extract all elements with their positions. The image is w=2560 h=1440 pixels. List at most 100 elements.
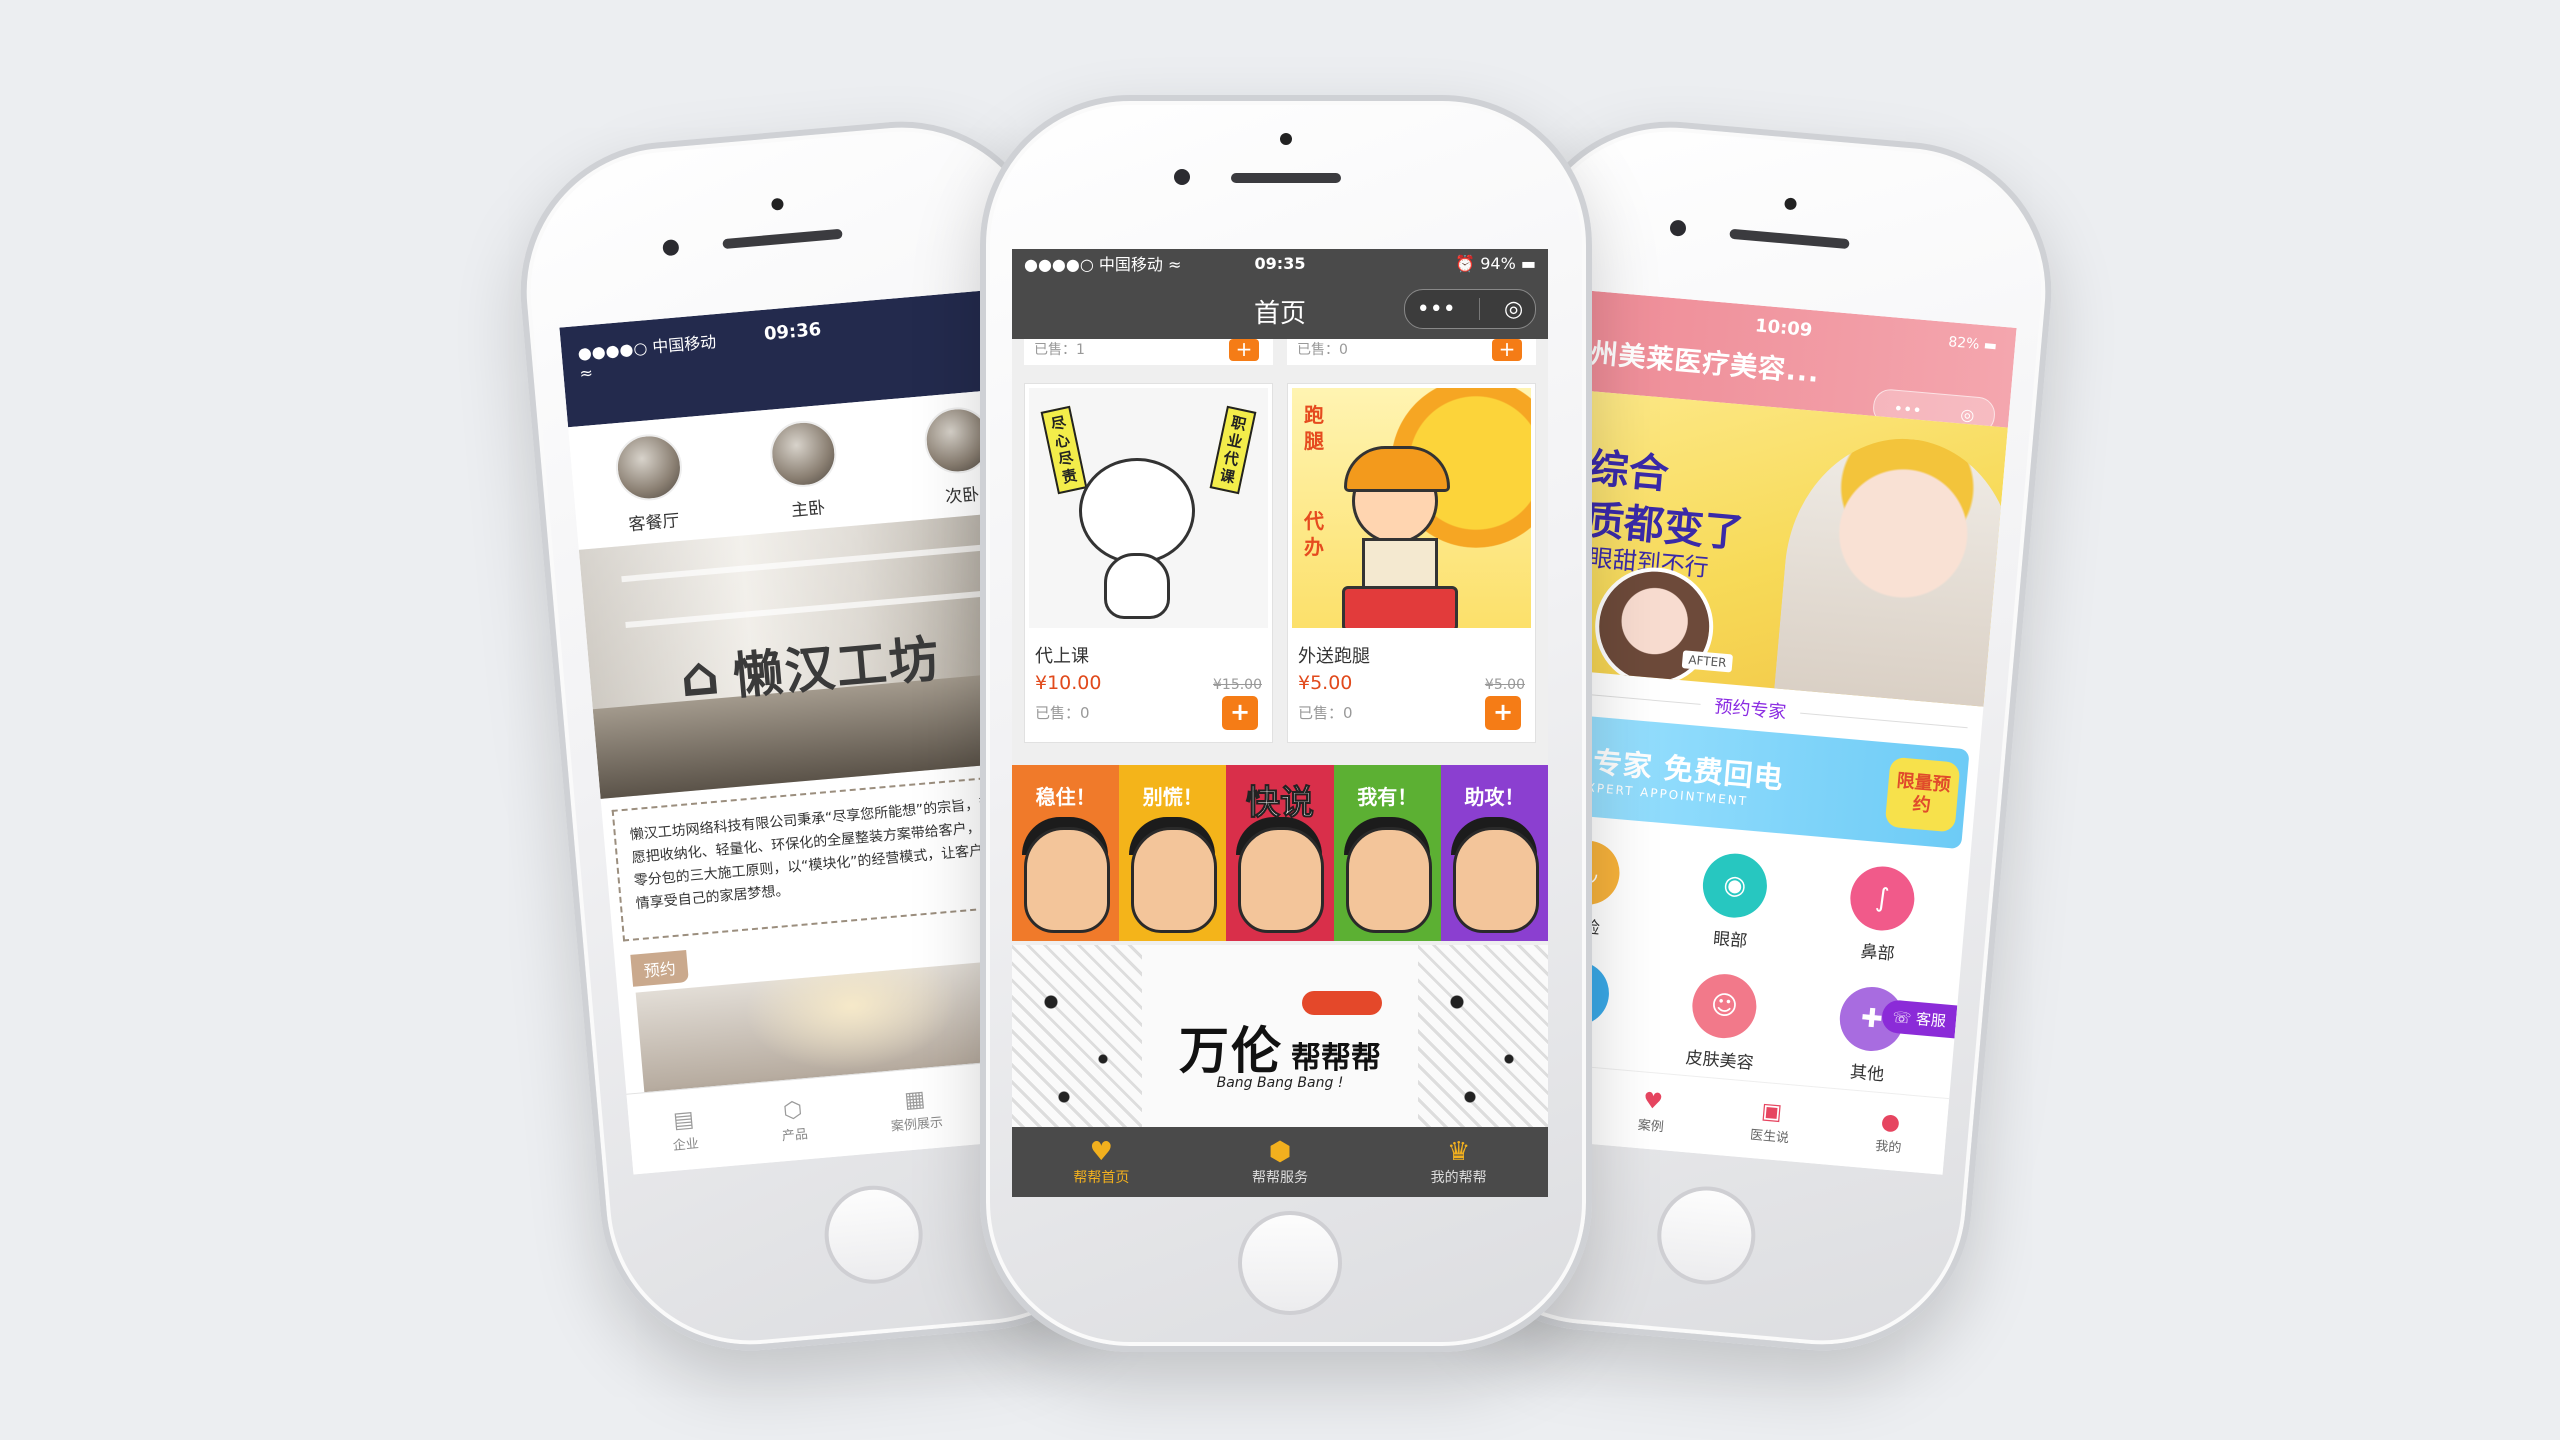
add-button[interactable]: + (1492, 339, 1522, 361)
product-card-partial[interactable]: 已售：1 + (1024, 339, 1273, 365)
document-icon: ▤ (672, 1106, 696, 1134)
doodle-decoration (1012, 945, 1142, 1127)
status-bar: ●●●●○ 中国移动 ≈ 09:35 ⏰ 94% ▬ (1012, 249, 1548, 277)
strip-panel: 别慌！ (1119, 765, 1227, 941)
strip-label: 稳住！ (1035, 785, 1096, 809)
vertical-text: 代办 (1304, 509, 1324, 559)
product-price: ¥10.00 (1035, 672, 1102, 694)
sold-count: 已售：1 (1034, 342, 1085, 358)
front-camera (1174, 169, 1190, 185)
tab-doctor[interactable]: ▣ 医生说 (1749, 1098, 1792, 1146)
tab-label: 我的 (1874, 1138, 1902, 1156)
carrier-label: ●●●●○ 中国移动 ≈ (1024, 255, 1182, 274)
tab-products[interactable]: ⬡ 产品 (779, 1097, 809, 1144)
tab-mine[interactable]: ● 我的 (1874, 1108, 1905, 1156)
category-living-dining[interactable]: 客餐厅 (613, 431, 687, 536)
product-card-class-proxy[interactable]: 尽心尽责 职业代课 代上课 ¥10.00 ¥15.00 已售：0 + (1024, 383, 1273, 743)
chat-icon: ▣ (1760, 1098, 1784, 1126)
model-photo (1773, 429, 2008, 707)
category-thumbnail (613, 431, 685, 504)
strip-label: 我有！ (1357, 785, 1418, 809)
phone-center: ●●●●○ 中国移动 ≈ 09:35 ⏰ 94% ▬ 首页 ••• ◎ 已售：1… (980, 95, 1592, 1352)
strip-label: 别慌！ (1142, 785, 1203, 809)
nose-icon: ∫ (1847, 863, 1918, 934)
cartoon-strip[interactable]: 稳住！ 别慌！ 快说 我有！ 助攻！ (1012, 765, 1548, 941)
eye-icon: ◉ (1700, 850, 1770, 921)
close-target-icon[interactable]: ◎ (1504, 297, 1523, 322)
home-button[interactable] (820, 1181, 927, 1288)
sign-left: 尽心尽责 (1040, 405, 1088, 495)
cartoon-face (1079, 458, 1195, 564)
tab-label: 帮帮首页 (1073, 1170, 1130, 1186)
service-label: 皮肤美容 (1684, 1048, 1755, 1074)
tab-home[interactable]: ♥ 帮帮首页 (1073, 1137, 1129, 1187)
tab-label: 医生说 (1749, 1127, 1790, 1146)
tab-services[interactable]: ⬢ 帮帮服务 (1252, 1137, 1308, 1187)
cartoon-body (1104, 553, 1170, 619)
doodle-decoration (1418, 945, 1548, 1127)
status-time: 09:35 (1254, 253, 1306, 273)
product-card-errand[interactable]: 跑腿 代办 外送跑腿 ¥5.00 ¥5.00 已售：0 + (1287, 383, 1536, 743)
customer-service-button[interactable]: ☏ 客服 (1881, 999, 1958, 1039)
limited-badge[interactable]: 限量预约 (1884, 756, 1961, 833)
service-label: 眼部 (1712, 928, 1748, 952)
home-button[interactable] (1653, 1182, 1760, 1289)
cartoon-legs (1342, 586, 1458, 628)
brand-slogan: Bang Bang Bang ! (1216, 1075, 1344, 1091)
category-label: 客餐厅 (627, 510, 681, 536)
category-label: 次卧 (944, 484, 981, 508)
brand-name: 懒汉工坊 (730, 629, 943, 706)
front-sensor (1784, 197, 1798, 211)
original-price: ¥5.00 (1484, 677, 1525, 693)
product-card-partial[interactable]: 已售：0 + (1287, 339, 1536, 365)
appointment-tag[interactable]: 预约 (630, 950, 689, 987)
carrier-label: ●●●●○ 中国移动 ≈ (576, 332, 717, 384)
strip-panel: 我有！ (1333, 765, 1441, 941)
home-button[interactable] (1238, 1211, 1342, 1315)
more-icon[interactable]: ••• (1417, 297, 1456, 322)
close-target-icon[interactable]: ◎ (1960, 404, 1976, 424)
battery-indicator: ⏰ 94% ▬ (1455, 253, 1537, 273)
nav-bar: 首页 ••• ◎ (1012, 277, 1548, 339)
front-sensor (1280, 133, 1292, 145)
house-icon: ⌂ (677, 642, 724, 709)
tab-mine[interactable]: ♛ 我的帮帮 (1431, 1137, 1487, 1187)
promo-banner[interactable]: 眼综合 气质都变了 漫画眼甜到不行 AFTER (1521, 387, 2008, 707)
brand-banner[interactable]: 万伦 帮帮帮 Bang Bang Bang ! (1012, 945, 1548, 1127)
strip-panel: 快说 (1226, 765, 1334, 941)
add-button[interactable]: + (1485, 696, 1521, 730)
crown-icon: ♛ (1446, 1137, 1471, 1167)
tab-label: 案例展示 (890, 1114, 944, 1135)
strip-panel: 助攻！ (1440, 765, 1548, 941)
earpiece (722, 228, 843, 250)
front-sensor (770, 197, 784, 211)
category-master-bedroom[interactable]: 主卧 (767, 418, 842, 522)
front-camera (1669, 219, 1687, 237)
vertical-text: 跑腿 (1304, 403, 1324, 453)
headset-icon: ☏ (1891, 1007, 1917, 1028)
service-eye[interactable]: ◉ 眼部 (1656, 847, 1812, 957)
add-button[interactable]: + (1229, 339, 1259, 361)
tab-company[interactable]: ▤ 企业 (670, 1106, 700, 1154)
sign-right: 职业代课 (1209, 405, 1257, 495)
tab-cases[interactable]: ♥ 案例 (1637, 1088, 1667, 1135)
more-icon[interactable]: ••• (1893, 398, 1923, 419)
status-time: 09:36 (763, 318, 823, 345)
content-scroll[interactable]: 已售：1 + 已售：0 + 尽心尽责 职业代课 代上课 ¥10.00 ¥15.0… (1012, 339, 1548, 1127)
calendar-icon: ▦ (903, 1086, 927, 1114)
tab-cases[interactable]: ▦ 案例展示 (888, 1085, 944, 1135)
tab-label: 企业 (672, 1136, 700, 1154)
price-row: ¥10.00 ¥15.00 (1025, 668, 1272, 694)
tab-label: 我的帮帮 (1430, 1170, 1487, 1186)
service-skin[interactable]: ☺ 皮肤美容 (1645, 968, 1801, 1078)
tab-label: 帮帮服务 (1251, 1170, 1308, 1186)
product-name: 代上课 (1035, 646, 1089, 667)
add-button[interactable]: + (1222, 696, 1258, 730)
cube-icon: ⬢ (1268, 1137, 1292, 1167)
tab-label: 产品 (781, 1126, 809, 1144)
category-thumbnail (767, 418, 840, 490)
service-nose[interactable]: ∫ 鼻部 (1803, 860, 1959, 970)
strip-label: 助攻！ (1464, 785, 1525, 809)
product-name: 外送跑腿 (1298, 646, 1370, 667)
product-grid: 尽心尽责 职业代课 代上课 ¥10.00 ¥15.00 已售：0 + 跑腿 代办… (1012, 365, 1548, 743)
